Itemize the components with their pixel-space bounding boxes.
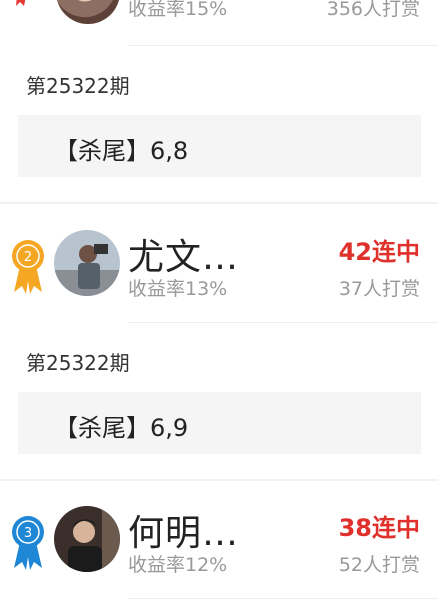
divider [128,322,438,323]
win-streak: 38连中 [338,514,420,542]
profit-rate: 收益率15% [128,0,228,20]
profit-rate: 收益率12% [128,554,228,576]
prediction-text: 【杀尾】6,9 [54,414,189,442]
tip-count: 52人打赏 [338,554,420,576]
avatar-photo-icon [54,230,120,296]
tip-count: 356人打赏 [326,0,420,20]
tip-count: 37人打赏 [338,278,420,300]
prediction-text: 【杀尾】6,8 [54,137,189,165]
divider [128,45,438,46]
profit-rate: 收益率13% [128,278,228,300]
expert-card-2[interactable]: 2 尤文… 收益率13% 42连中 37人打赏 [0,222,438,312]
prediction-box[interactable]: 【杀尾】6,9 [18,392,421,454]
medal-rank-3-icon: 3 [12,516,44,570]
medal-rank-2-icon: 2 [12,240,44,294]
period-label: 第25322期 [26,351,130,375]
win-streak: 42连中 [338,238,420,266]
expert-name[interactable]: 尤文… [128,228,239,280]
expert-card-3[interactable]: 3 何明… 收益率12% 38连中 52人打赏 [0,498,438,588]
medal-rank-number: 3 [24,526,32,541]
period-label: 第25322期 [26,74,130,98]
section-divider [0,202,438,204]
expert-card-1[interactable]: 收益率15% 356人打赏 [0,0,438,46]
avatar[interactable] [56,0,120,24]
divider [128,598,438,599]
medal-rank-number: 2 [24,250,32,265]
medal-rank-1-icon [16,0,26,6]
prediction-box[interactable]: 【杀尾】6,8 [18,115,421,177]
expert-ranking-list: 收益率15% 356人打赏 第25322期 【杀尾】6,8 2 尤文… 收益率1… [0,0,438,600]
section-divider [0,479,438,481]
avatar[interactable] [54,506,120,572]
avatar[interactable] [54,230,120,296]
avatar-photo-icon [54,506,120,572]
expert-name[interactable]: 何明… [128,504,239,556]
